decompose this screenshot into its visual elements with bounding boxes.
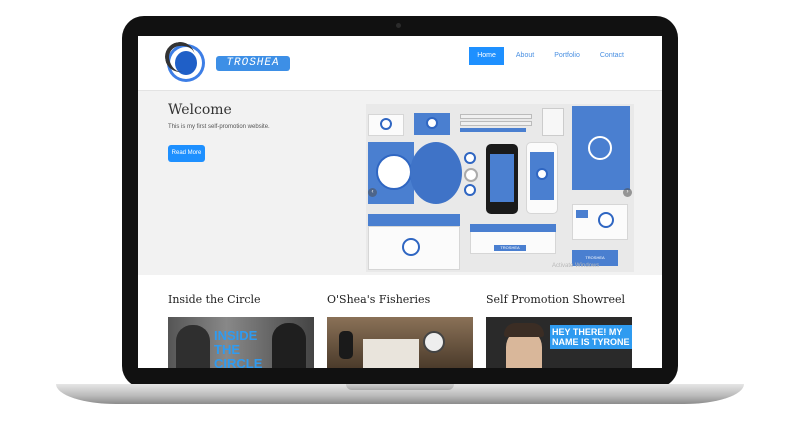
portfolio-thumb-3[interactable]: HEY THERE! MY NAME IS TYRONE <box>486 317 632 368</box>
cd-logo-icon <box>376 154 412 190</box>
cd-disc <box>410 142 462 204</box>
envelope-logo-icon <box>402 238 420 256</box>
eraser <box>542 108 564 136</box>
portfolio-title-3[interactable]: Self Promotion Showreel <box>486 293 625 306</box>
pencil-blue <box>460 128 526 132</box>
hero-title: Welcome <box>168 102 232 118</box>
site-header: TROSHEA Home About Portfolio Contact <box>138 36 662 91</box>
folder-logo-icon <box>588 136 612 160</box>
nav-about[interactable]: About <box>508 47 542 65</box>
letter-logo-icon <box>598 212 614 228</box>
phone-screen <box>490 154 514 202</box>
portfolio-thumb-1[interactable]: INSIDE THE CIRCLE <box>168 317 314 368</box>
pencil <box>460 121 532 126</box>
phone-mockup <box>339 331 353 359</box>
chevron-right-icon[interactable]: › <box>623 188 632 197</box>
portfolio-title-2[interactable]: O'Shea's Fisheries <box>327 293 430 306</box>
badge-icon <box>464 168 478 182</box>
portfolio-title-1[interactable]: Inside the Circle <box>168 293 261 306</box>
main-nav: Home About Portfolio Contact <box>465 47 632 65</box>
nav-home[interactable]: Home <box>469 47 504 65</box>
person-silhouette <box>176 325 210 368</box>
notebook-mockup <box>363 339 419 368</box>
phone-logo-icon <box>536 168 548 180</box>
cartoon-hair <box>504 323 544 337</box>
webcam-icon <box>396 23 401 28</box>
fisheries-logo-icon <box>423 331 445 353</box>
envelope-flap <box>470 224 556 232</box>
card-logo-icon <box>380 118 392 130</box>
nav-contact[interactable]: Contact <box>592 47 632 65</box>
logo-wordmark[interactable]: TROSHEA <box>216 56 290 71</box>
person-silhouette <box>272 323 306 368</box>
card-stripe <box>576 210 588 218</box>
portfolio-thumb-2[interactable] <box>327 317 473 368</box>
hero-intro: This is my first self-promotion website. <box>168 124 270 130</box>
portfolio-section: Inside the Circle O'Shea's Fisheries Sel… <box>138 275 662 368</box>
badge-icon <box>464 184 476 196</box>
chevron-left-icon[interactable]: ‹ <box>368 188 377 197</box>
hero-carousel[interactable]: TROSHEA TROSHEA ‹ › Activate Windows <box>366 104 634 272</box>
nav-portfolio[interactable]: Portfolio <box>546 47 588 65</box>
website-screen: TROSHEA Home About Portfolio Contact Wel… <box>138 36 662 368</box>
watermark-text: Activate Windows <box>552 263 600 269</box>
envelope-label: TROSHEA <box>494 245 526 251</box>
pencil <box>460 114 532 119</box>
read-more-button[interactable]: Read More <box>168 145 205 162</box>
thumb-text-1: INSIDE THE CIRCLE <box>214 328 263 369</box>
thumb-text-3: HEY THERE! MY NAME IS TYRONE <box>550 325 632 349</box>
card-logo-icon <box>426 117 438 129</box>
badge-icon <box>464 152 476 164</box>
laptop-notch <box>346 384 454 390</box>
